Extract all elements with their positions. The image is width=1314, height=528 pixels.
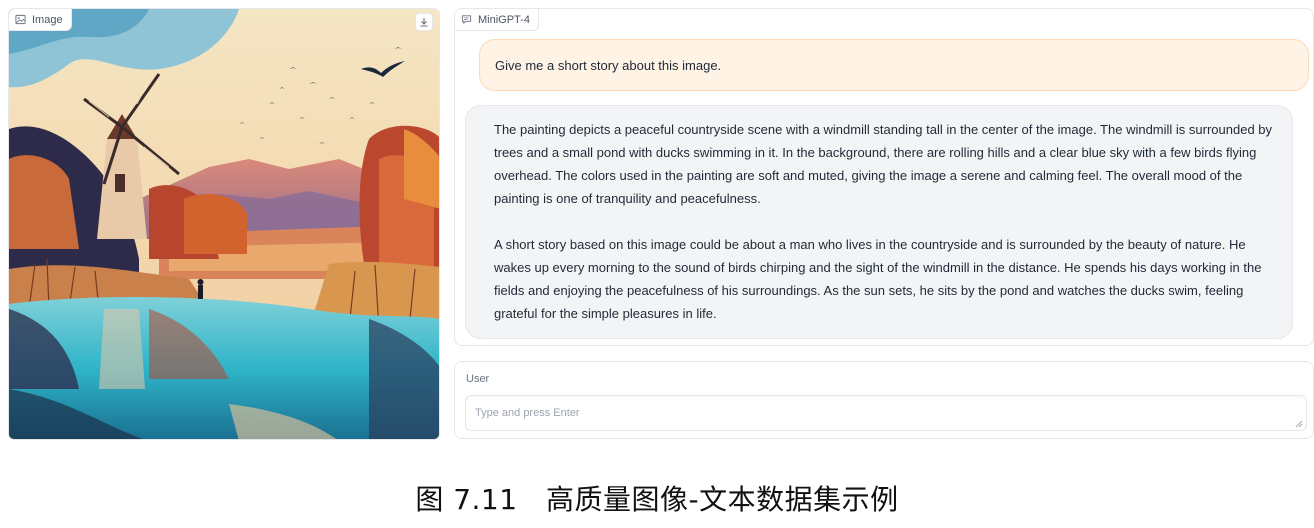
bot-message-paragraph: A short story based on this image could … (494, 237, 1262, 321)
bot-message: The painting depicts a peaceful countrys… (465, 105, 1293, 339)
user-input-panel: User (454, 361, 1314, 439)
download-button[interactable] (415, 13, 433, 31)
user-message: Give me a short story about this image. (479, 39, 1309, 91)
chat-bubble-icon (461, 14, 472, 25)
user-textbox[interactable] (465, 395, 1307, 431)
image-icon (15, 14, 26, 25)
image-panel: Image (8, 8, 440, 440)
windmill-painting (9, 9, 439, 439)
chatbot-label: MiniGPT-4 (455, 9, 539, 31)
user-message-text: Give me a short story about this image. (495, 57, 722, 73)
image-label-text: Image (32, 13, 63, 26)
bot-message-paragraph: The painting depicts a peaceful countrys… (494, 122, 1273, 206)
resize-grip-icon[interactable] (1295, 420, 1303, 428)
figure-caption: 图 7.11 高质量图像-文本数据集示例 (415, 483, 899, 516)
download-icon (419, 17, 429, 27)
chatbot-label-text: MiniGPT-4 (478, 13, 530, 26)
chatbot-panel: MiniGPT-4 Give me a short story about th… (454, 8, 1314, 346)
user-input-label: User (466, 373, 490, 385)
image-panel-label: Image (9, 9, 72, 31)
